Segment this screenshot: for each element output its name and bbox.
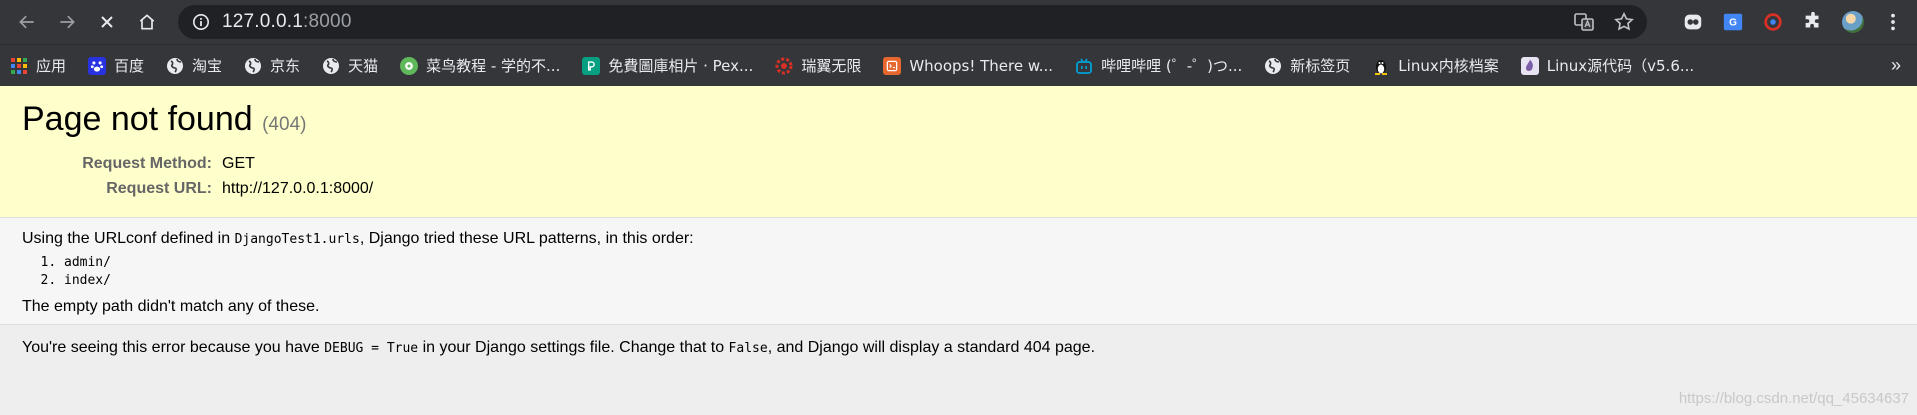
bookmark-linux-source[interactable]: Linux源代码（v5.6... — [1520, 55, 1695, 76]
svg-text:G: G — [1729, 18, 1737, 29]
bookmark-label: 百度 — [114, 57, 145, 75]
bookmark-label: Linux源代码（v5.6... — [1546, 57, 1695, 75]
site-info-icon[interactable] — [192, 13, 210, 31]
browser-toolbar: 127.0.0.1:8000 G — [0, 0, 1917, 44]
bookmark-runoob[interactable]: 菜鸟教程 - 学的不... — [400, 55, 560, 76]
bookmark-label: Whoops! There w... — [909, 56, 1054, 75]
bookmarks-overflow-icon[interactable]: » — [1891, 55, 1907, 76]
urlconf-suffix: , Django tried these URL patterns, in th… — [359, 230, 694, 247]
urlconf-module: DjangoTest1.urls — [234, 232, 360, 247]
bilibili-icon — [1075, 57, 1093, 75]
info-panel: Using the URLconf defined in DjangoTest1… — [0, 218, 1917, 325]
baidu-paw-icon — [88, 56, 107, 75]
whoops-icon — [883, 56, 902, 75]
apps-grid-icon — [10, 57, 28, 75]
globe-icon — [322, 57, 340, 75]
false-value-code: False — [728, 341, 768, 356]
translate-icon[interactable] — [1573, 11, 1595, 33]
urlconf-sentence: Using the URLconf defined in DjangoTest1… — [22, 230, 1895, 248]
bookmarks-bar: 应用 百度 淘宝 京东 天猫 菜鸟教程 - 学的不... 免費圖庫相片 · Pe… — [0, 44, 1917, 86]
meta-key: Request URL: — [106, 180, 212, 197]
page-title-text: Page not found — [22, 100, 253, 138]
bookmark-baidu[interactable]: 百度 — [88, 55, 144, 76]
arrow-right-icon — [60, 15, 75, 29]
bookmark-tmall[interactable]: 天猫 — [322, 55, 378, 76]
bookmark-label: 新标签页 — [1290, 57, 1351, 75]
bookmark-ruiyi[interactable]: 瑞翼无限 — [775, 55, 861, 76]
explanation-text: , and Django will display a standard 404… — [767, 339, 1096, 356]
summary-panel: Page not found (404) Request Method: GET… — [0, 86, 1917, 218]
bookmark-linux-kernel[interactable]: Linux内核档案 — [1372, 55, 1499, 76]
list-item: index/ — [64, 272, 1895, 290]
watermark: https://blog.csdn.net/qq_45634637 — [1678, 390, 1909, 407]
globe-icon — [166, 57, 184, 75]
request-meta-table: Request Method: GET Request URL: http://… — [22, 151, 1895, 201]
globe-icon — [1264, 57, 1282, 75]
meta-value: http://127.0.0.1:8000/ — [222, 180, 374, 197]
extension-red-ring-icon[interactable] — [1759, 8, 1787, 36]
forward-button[interactable] — [50, 5, 84, 39]
pexels-icon — [582, 56, 601, 75]
bookmark-bilibili[interactable]: 哔哩哔哩 (゜-゜)つ... — [1075, 55, 1242, 76]
meta-value: GET — [222, 155, 255, 172]
bookmark-label: 哔哩哔哩 (゜-゜)つ... — [1101, 57, 1243, 75]
extension-ghost-icon[interactable] — [1679, 8, 1707, 36]
bookmark-whoops[interactable]: Whoops! There w... — [883, 56, 1054, 75]
bookmark-label: 瑞翼无限 — [801, 57, 862, 75]
meta-key: Request Method: — [82, 155, 212, 172]
home-icon — [139, 14, 155, 30]
extension-translate-icon[interactable]: G — [1719, 8, 1747, 36]
address-bar[interactable]: 127.0.0.1:8000 — [178, 5, 1647, 39]
back-button[interactable] — [10, 5, 44, 39]
urlconf-prefix: Using the URLconf defined in — [22, 230, 235, 247]
bookmark-label: 免費圖庫相片 · Pex... — [608, 57, 754, 75]
explanation-text: You're seeing this error because you hav… — [22, 339, 325, 356]
bookmark-taobao[interactable]: 淘宝 — [166, 55, 222, 76]
url-text[interactable]: 127.0.0.1:8000 — [222, 11, 352, 33]
no-match-message: The empty path didn't match any of these… — [22, 298, 320, 315]
avatar-image — [1842, 11, 1864, 33]
bookmark-pexels[interactable]: 免費圖庫相片 · Pex... — [582, 55, 753, 76]
bookmark-jd[interactable]: 京东 — [244, 55, 300, 76]
bookmark-label: 京东 — [270, 57, 301, 75]
explanation-text: in your Django settings file. Change tha… — [418, 339, 729, 356]
list-item: admin/ — [64, 254, 1895, 272]
bookmark-label: Linux内核档案 — [1398, 57, 1499, 75]
runoob-icon — [400, 56, 419, 75]
url-pattern-list: admin/ index/ — [22, 254, 1895, 290]
home-button[interactable] — [130, 5, 164, 39]
gear-logo-icon — [775, 57, 793, 75]
url-port: :8000 — [303, 11, 352, 32]
status-code: (404) — [262, 114, 307, 135]
stop-loading-button[interactable] — [90, 5, 124, 39]
debug-setting-code: DEBUG = True — [324, 341, 419, 356]
bookmark-star-icon[interactable] — [1613, 11, 1635, 33]
globe-icon — [244, 57, 262, 75]
bookmark-label: 应用 — [36, 57, 67, 75]
bookmark-label: 淘宝 — [192, 57, 223, 75]
profile-avatar[interactable] — [1839, 8, 1867, 36]
elixir-icon — [1520, 56, 1539, 75]
arrow-left-icon — [19, 15, 34, 29]
url-host: 127.0.0.1 — [222, 11, 304, 32]
close-icon — [101, 16, 113, 28]
meta-row-url: Request URL: http://127.0.0.1:8000/ — [22, 176, 1895, 201]
meta-row-method: Request Method: GET — [22, 151, 1895, 176]
bookmark-label: 菜鸟教程 - 学的不... — [426, 57, 561, 75]
bookmark-new-tab[interactable]: 新标签页 — [1264, 55, 1350, 76]
menu-kebab-icon[interactable] — [1879, 8, 1907, 36]
page-title: Page not found (404) — [22, 100, 1895, 139]
explanation-panel: You're seeing this error because you hav… — [0, 325, 1917, 405]
bookmark-apps[interactable]: 应用 — [10, 55, 66, 76]
extensions-puzzle-icon[interactable] — [1799, 8, 1827, 36]
tux-icon — [1372, 57, 1390, 75]
bookmark-label: 天猫 — [348, 57, 379, 75]
